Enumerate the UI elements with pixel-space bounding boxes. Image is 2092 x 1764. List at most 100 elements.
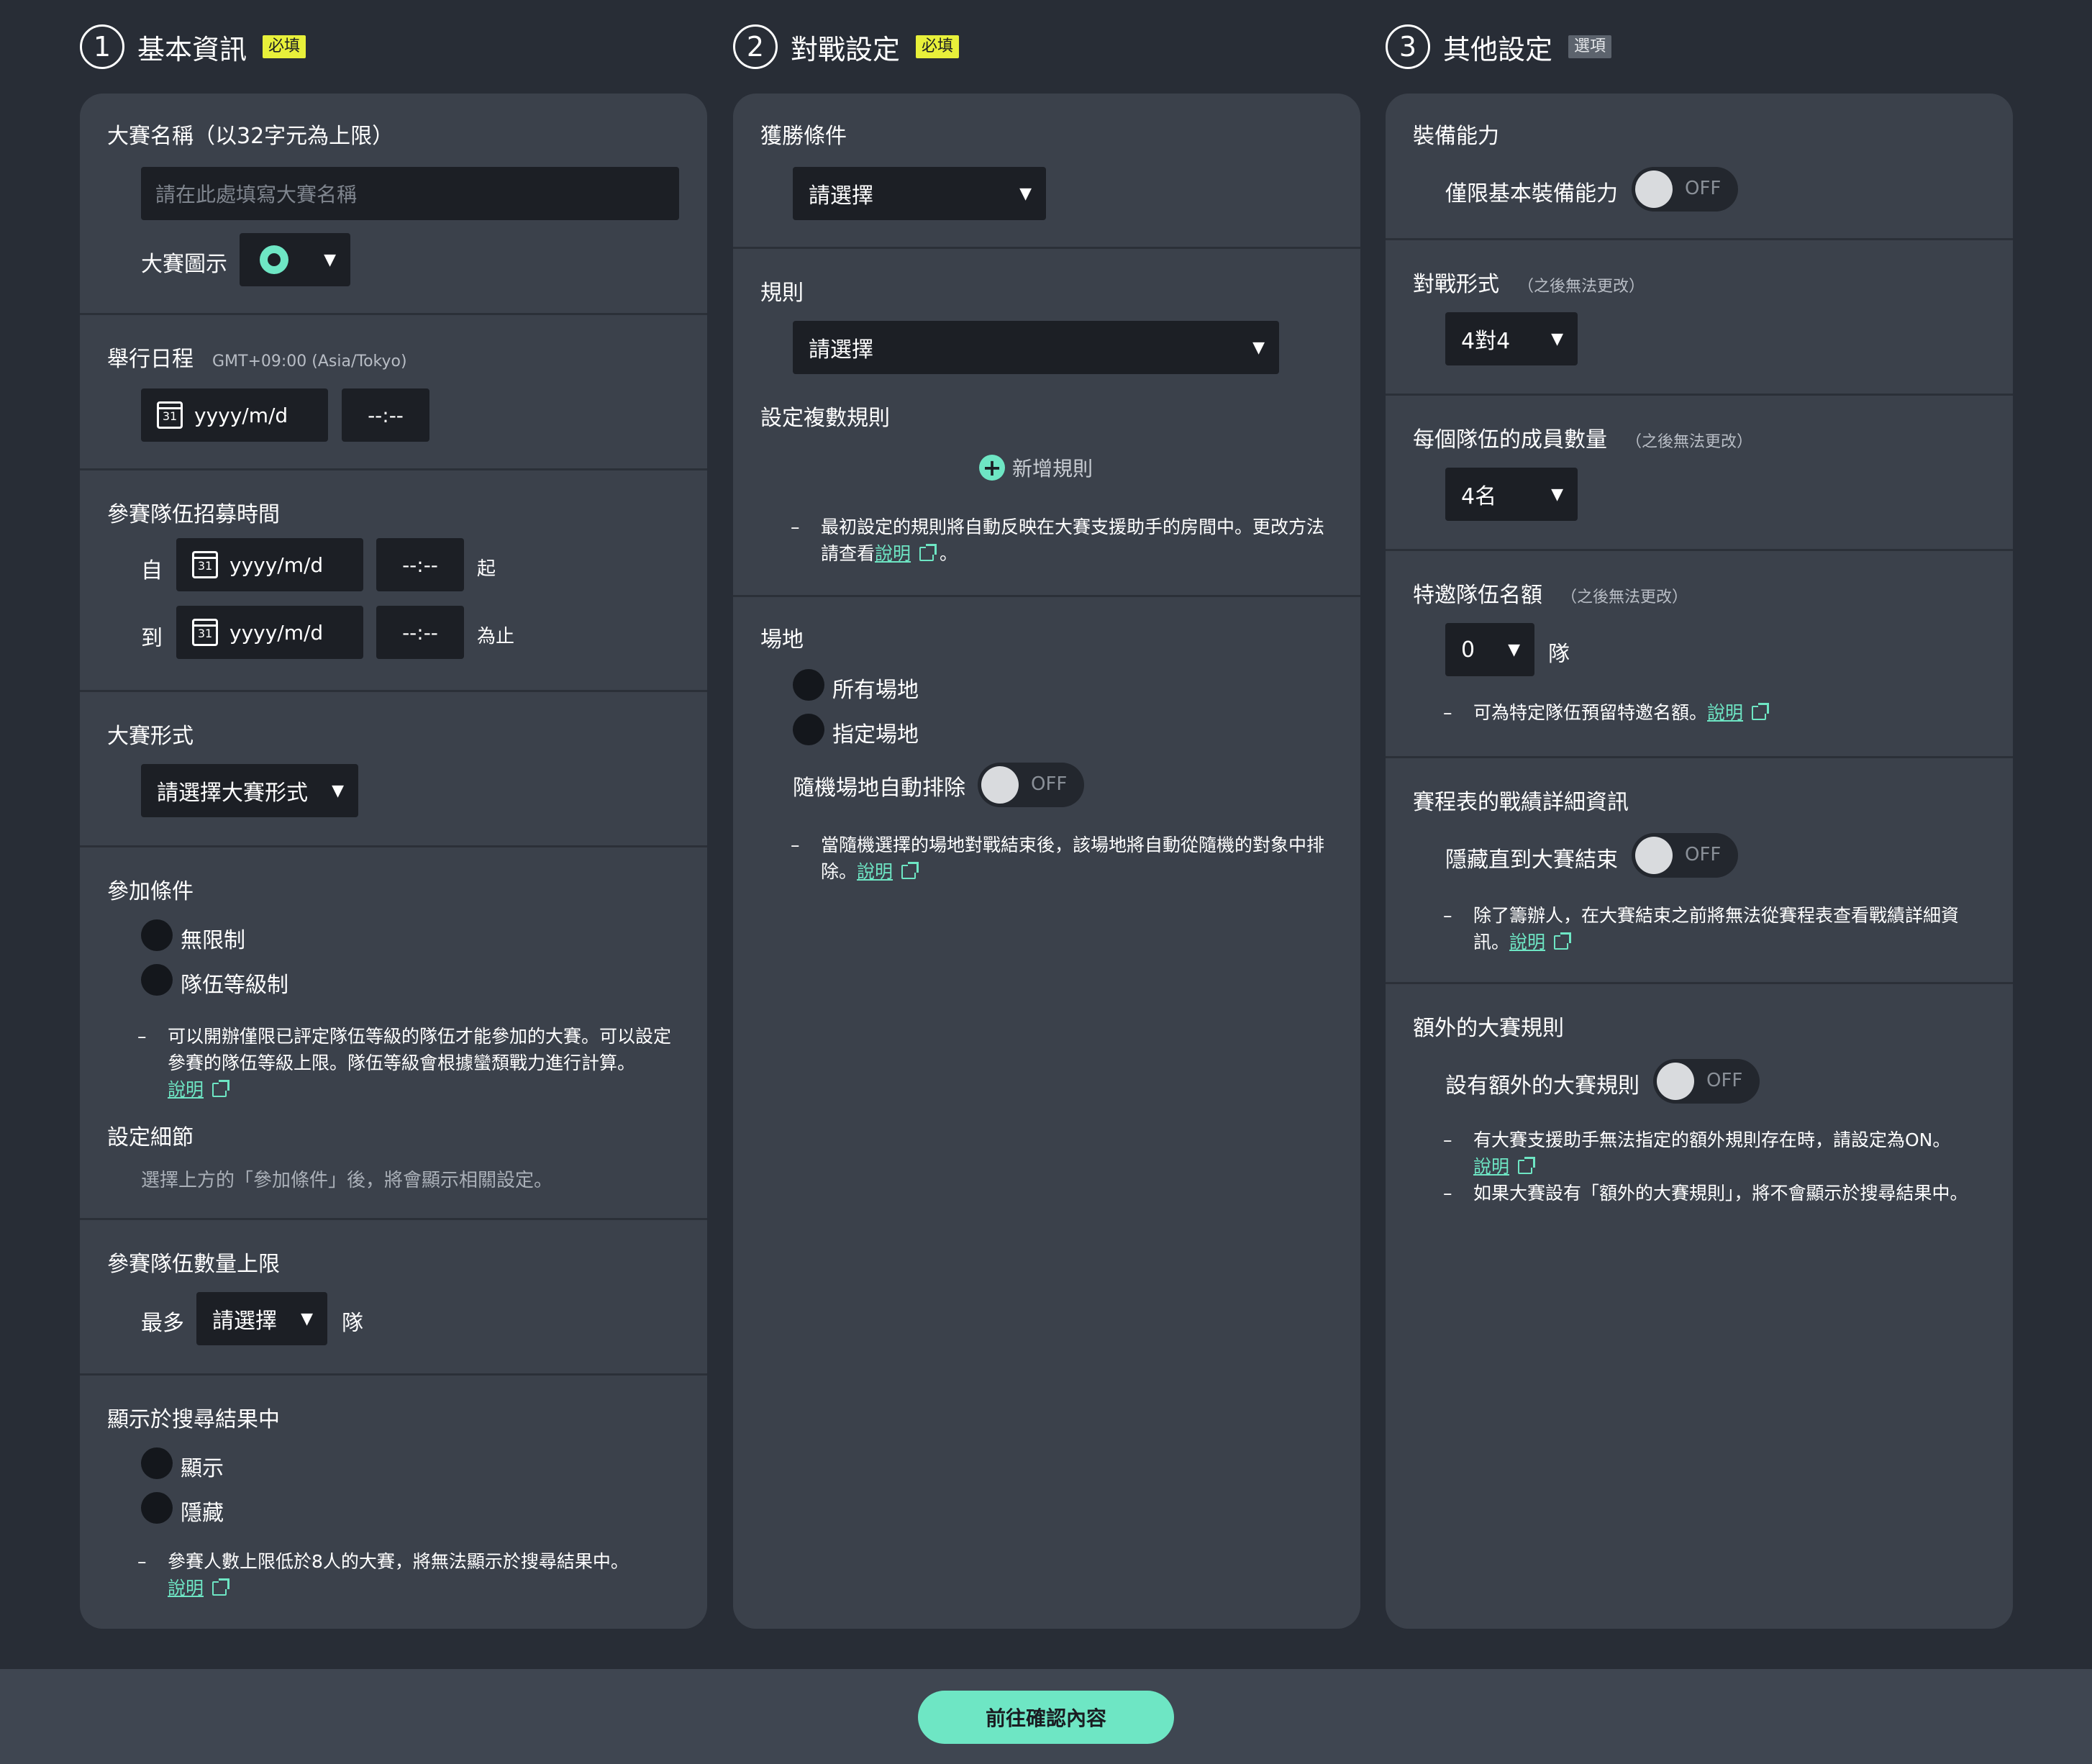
external-link-icon	[212, 1578, 230, 1596]
basic-info-header: 1 基本資訊 必填	[80, 0, 707, 94]
battle-format-select[interactable]: 4對4 ▼	[1445, 312, 1578, 365]
from-label: 自	[141, 558, 163, 583]
recruit-end-time-input[interactable]: --:--	[376, 606, 464, 659]
results-note: – 除了籌辦人，在大賽結束之前將無法從賽程表查看戰績詳細資訊。說明	[1443, 905, 1960, 953]
invite-help-link[interactable]: 說明	[1707, 702, 1743, 723]
tournament-format-value: 請選擇大賽形式	[157, 781, 308, 806]
recruitment-period-section: 參賽隊伍招募時間 自 31 yyyy/m/d --:-- 起 到 31 yyyy…	[80, 470, 707, 692]
calendar-icon: 31	[192, 619, 218, 646]
date-placeholder: yyyy/m/d	[229, 553, 324, 577]
external-link-icon	[919, 544, 937, 561]
tournament-format-section: 大賽形式 請選擇大賽形式 ▼	[80, 692, 707, 847]
battle-format-label: 對戰形式 （之後無法更改）	[1413, 272, 1645, 297]
stage-all-radio[interactable]	[793, 669, 824, 701]
entry-team-rank-radio[interactable]	[141, 964, 173, 996]
hide-results-toggle[interactable]: OFF	[1632, 833, 1738, 878]
win-condition-select[interactable]: 請選擇 ▼	[793, 167, 1046, 220]
date-placeholder: yyyy/m/d	[194, 403, 288, 427]
calendar-icon: 31	[157, 401, 183, 429]
tournament-name-label: 大賽名稱（以32字元為上限）	[107, 124, 394, 149]
toggle-knob	[981, 766, 1019, 804]
invite-slots-section: 特邀隊伍名額 （之後無法更改） 0 ▼ 隊 – 可為特定隊伍預留特邀名額。說明	[1386, 551, 2013, 758]
results-help-link[interactable]: 說明	[1509, 932, 1545, 953]
battle-settings-column: 2 對戰設定 必填 獲勝條件 請選擇 ▼ 規則 請選擇 ▼ 設定複數規則 + 新…	[733, 0, 1360, 1629]
win-condition-value: 請選擇	[809, 183, 873, 209]
visibility-help-link[interactable]: 說明	[168, 1578, 204, 1599]
unchangeable-note: （之後無法更改）	[1518, 278, 1645, 296]
recruit-start-date-input[interactable]: 31 yyyy/m/d	[176, 538, 363, 591]
rules-note: – 最初設定的規則將自動反映在大賽支援助手的房間中。更改方法請查看說明 。	[791, 517, 1325, 564]
max-teams-section: 參賽隊伍數量上限 最多 請選擇 ▼ 隊	[80, 1220, 707, 1376]
search-visibility-label: 顯示於搜尋結果中	[107, 1407, 280, 1432]
invite-slots-select[interactable]: 0 ▼	[1445, 623, 1534, 676]
extra-rules-section: 額外的大賽規則 設有額外的大賽規則 OFF – 有大賽支援助手無法指定的額外規則存…	[1386, 984, 2013, 1629]
chevron-down-icon: ▼	[324, 250, 336, 269]
gear-section: 裝備能力 僅限基本裝備能力 OFF	[1386, 94, 2013, 240]
chevron-down-icon: ▼	[301, 1309, 313, 1328]
stage-section: 場地 所有場地 指定場地 隨機場地自動排除 OFF – 當隨機選擇的場地對戰結束後…	[733, 597, 1360, 1629]
gear-toggle-label: 僅限基本裝備能力	[1445, 181, 1618, 206]
results-detail-label: 賽程表的戰績詳細資訊	[1413, 790, 1629, 815]
visibility-note: – 參賽人數上限低於8人的大賽，將無法顯示於搜尋結果中。 說明	[137, 1551, 629, 1599]
detail-settings-label: 設定細節	[107, 1125, 194, 1150]
max-prefix: 最多	[141, 1311, 184, 1336]
win-condition-section: 獲勝條件 請選擇 ▼	[733, 94, 1360, 249]
footer-bar: 前往確認內容	[0, 1669, 2092, 1764]
date-placeholder: yyyy/m/d	[229, 620, 324, 645]
tournament-icon-select[interactable]: ▼	[240, 233, 350, 286]
tournament-icon-label: 大賽圖示	[141, 252, 227, 277]
visibility-show-radio[interactable]	[141, 1447, 173, 1479]
battle-settings-title: 對戰設定	[791, 33, 901, 65]
battle-format-section: 對戰形式 （之後無法更改） 4對4 ▼	[1386, 240, 2013, 396]
gear-label: 裝備能力	[1413, 124, 1499, 149]
unchangeable-note: （之後無法更改）	[1561, 588, 1688, 606]
entry-team-rank-label: 隊伍等級制	[181, 973, 288, 998]
rules-select[interactable]: 請選擇 ▼	[793, 321, 1279, 374]
chevron-down-icon: ▼	[1252, 338, 1265, 357]
confirm-content-button[interactable]: 前往確認內容	[918, 1691, 1174, 1744]
toggle-state: OFF	[1706, 1070, 1743, 1091]
extra-rules-toggle[interactable]: OFF	[1653, 1059, 1760, 1104]
entry-conditions-label: 參加條件	[107, 879, 194, 904]
schedule-date-input[interactable]: 31 yyyy/m/d	[141, 388, 328, 442]
tournament-format-select[interactable]: 請選擇大賽形式 ▼	[141, 764, 358, 817]
time-placeholder: --:--	[402, 620, 438, 645]
schedule-time-input[interactable]: --:--	[342, 388, 429, 442]
end-suffix: 為止	[477, 626, 515, 647]
entry-help-link[interactable]: 說明	[168, 1079, 204, 1100]
extra-rules-note-1: – 有大賽支援助手無法指定的額外規則存在時，請設定為ON。 說明	[1443, 1129, 1951, 1177]
time-placeholder: --:--	[402, 553, 438, 577]
optional-badge: 選項	[1568, 35, 1612, 58]
extra-rules-toggle-label: 設有額外的大賽規則	[1445, 1073, 1640, 1099]
stage-specific-radio[interactable]	[793, 714, 824, 745]
timezone-label: GMT+09:00 (Asia/Tokyo)	[212, 353, 407, 370]
rules-help-link[interactable]: 說明	[875, 543, 911, 564]
random-exclude-toggle[interactable]: OFF	[978, 763, 1084, 807]
extra-rules-note-2: – 如果大賽設有「額外的大賽規則」，將不會顯示於搜尋結果中。	[1443, 1183, 1968, 1204]
recruit-end-date-input[interactable]: 31 yyyy/m/d	[176, 606, 363, 659]
tournament-name-input[interactable]: 請在此處填寫大賽名稱	[141, 167, 679, 220]
visibility-hide-radio[interactable]	[141, 1492, 173, 1524]
basic-info-title: 基本資訊	[137, 33, 247, 65]
external-link-icon	[1752, 703, 1770, 720]
other-settings-title: 其他設定	[1443, 33, 1553, 65]
start-suffix: 起	[477, 558, 496, 580]
extra-rules-help-link[interactable]: 說明	[1473, 1156, 1509, 1177]
results-detail-section: 賽程表的戰績詳細資訊 隱藏直到大賽結束 OFF – 除了籌辦人，在大賽結束之前將無…	[1386, 758, 2013, 984]
team-members-select[interactable]: 4名 ▼	[1445, 468, 1578, 521]
max-teams-select[interactable]: 請選擇 ▼	[196, 1292, 327, 1345]
stage-help-link[interactable]: 說明	[857, 861, 893, 882]
visibility-hide-label: 隱藏	[181, 1501, 224, 1526]
recruit-start-time-input[interactable]: --:--	[376, 538, 464, 591]
basic-gear-toggle[interactable]: OFF	[1632, 167, 1738, 212]
stage-label: 場地	[760, 627, 804, 653]
basic-info-card: 大賽名稱（以32字元為上限） 請在此處填寫大賽名稱 大賽圖示 ▼ 舉行日程 GMT…	[80, 94, 707, 1629]
entry-unlimited-radio[interactable]	[141, 919, 173, 951]
toggle-state: OFF	[1685, 178, 1722, 199]
team-members-value: 4名	[1461, 484, 1497, 509]
extra-rules-label: 額外的大賽規則	[1413, 1016, 1564, 1041]
squid-emblem-icon	[260, 245, 288, 274]
step-number-2: 2	[733, 24, 778, 69]
add-rule-button[interactable]: + 新增規則	[979, 453, 1093, 482]
random-exclude-label: 隨機場地自動排除	[793, 776, 965, 801]
